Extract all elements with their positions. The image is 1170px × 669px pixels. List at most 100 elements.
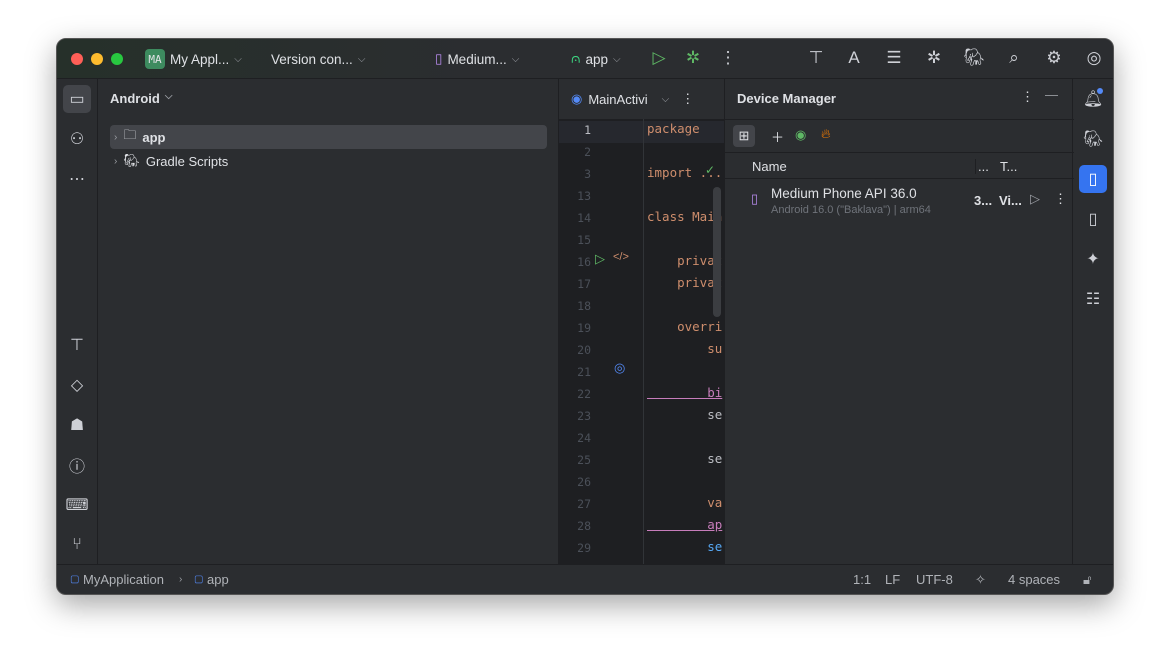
- ai-assist-icon[interactable]: ✧: [975, 572, 986, 588]
- chevron-down-icon[interactable]: ⌵: [662, 94, 670, 105]
- minimize-window-button[interactable]: [91, 53, 103, 65]
- tab-main-activity[interactable]: MainActivi: [588, 92, 647, 107]
- column-type[interactable]: T...: [1000, 159, 1017, 174]
- layout-inspector-icon[interactable]: ☰: [883, 48, 905, 68]
- device-name: Medium Phone API 36.0: [771, 186, 917, 201]
- line-number: 3: [584, 167, 591, 181]
- logcat-icon[interactable]: ☗: [63, 411, 91, 439]
- line-number: 26: [577, 475, 591, 489]
- resource-manager-icon[interactable]: ⚇: [63, 125, 91, 153]
- vertical-scrollbar[interactable]: [713, 187, 721, 317]
- code-editor[interactable]: ◉ MainActivi ⌵ ⋮ 1 package 2 3 import ... 13 1…: [559, 79, 725, 564]
- zoom-window-button[interactable]: [111, 53, 123, 65]
- device-detail: Android 16.0 ("Baklava") | arm64: [771, 204, 931, 216]
- chevron-down-icon: ⌵: [511, 53, 520, 65]
- code-tag-icon: </>: [613, 251, 629, 263]
- line-number: 15: [577, 233, 591, 247]
- left-tool-stripe: ▭ ⚇ ⋯ ⊤ ◇ ☗ ⓘ ⌨ ⑂: [57, 79, 98, 564]
- project-tool-icon[interactable]: ▭: [63, 85, 91, 113]
- gradle-icon: 🐘︎: [123, 153, 140, 168]
- run-gutter-icon[interactable]: ▷: [595, 251, 605, 267]
- device-type: Vi...: [999, 193, 1022, 208]
- tree-item-label: app: [142, 129, 166, 145]
- problems-icon[interactable]: ⓘ: [63, 451, 91, 479]
- more-tools-icon[interactable]: ⋯: [63, 165, 91, 193]
- check-icon: ✓: [705, 163, 716, 177]
- gear-icon[interactable]: ⚙: [1043, 48, 1065, 68]
- device-manager-icon[interactable]: ▯: [1079, 165, 1107, 193]
- code-line: su: [647, 341, 723, 356]
- device-row[interactable]: ▯ Medium Phone API 36.0 Android 16.0 ("B…: [725, 181, 1074, 219]
- more-icon[interactable]: ⋮: [717, 48, 739, 68]
- tree-item-label: Gradle Scripts: [145, 153, 229, 169]
- debug-icon[interactable]: ✲: [682, 48, 704, 68]
- code-line: va: [647, 495, 723, 510]
- device-icon: ▯: [435, 51, 443, 66]
- more-icon[interactable]: ⋮: [1054, 191, 1067, 207]
- chevron-down-icon: ⌵: [234, 53, 242, 65]
- close-window-button[interactable]: [71, 53, 83, 65]
- build-icon[interactable]: ⊤: [805, 48, 827, 68]
- line-number: 20: [577, 343, 591, 357]
- device-table-header: Name ... T...: [725, 154, 1074, 179]
- more-icon[interactable]: ⋮: [1021, 89, 1034, 105]
- file-encoding[interactable]: UTF-8: [916, 572, 953, 587]
- gradle-icon[interactable]: 🐘︎: [963, 48, 985, 68]
- add-device-icon[interactable]: ＋: [771, 127, 784, 146]
- line-number: 16: [577, 255, 591, 269]
- device-selector[interactable]: ▯ Medium... ⌵: [435, 39, 519, 79]
- chevron-right-icon: ›: [179, 574, 183, 585]
- line-number: 22: [577, 387, 591, 401]
- account-icon[interactable]: ◎: [1083, 48, 1105, 68]
- project-view-selector[interactable]: Android ⌵: [110, 91, 172, 106]
- lock-icon[interactable]: 🔓︎: [1083, 572, 1091, 588]
- tree-item-gradle-scripts[interactable]: › 🐘︎ Gradle Scripts: [110, 149, 228, 173]
- override-icon[interactable]: ◎: [614, 360, 625, 376]
- launch-device-icon[interactable]: ▷: [1030, 191, 1040, 207]
- code-line: se: [647, 451, 723, 466]
- gem-icon[interactable]: ◇: [63, 371, 91, 399]
- breadcrumb-module[interactable]: app: [207, 572, 229, 587]
- structure-icon[interactable]: ☷: [1079, 285, 1107, 313]
- vcs-selector[interactable]: Version con... ⌵: [271, 39, 365, 79]
- run-config-selector[interactable]: ⩀ app ⌵: [571, 39, 621, 79]
- caret-position[interactable]: 1:1: [853, 572, 871, 587]
- run-icon[interactable]: ▷: [648, 48, 670, 68]
- column-api[interactable]: ...: [975, 159, 989, 174]
- line-number: 29: [577, 541, 591, 555]
- running-devices-icon[interactable]: ▯: [1079, 205, 1107, 233]
- code-line: ap: [647, 517, 723, 532]
- line-number: 14: [577, 211, 591, 225]
- wifi-pairing-icon[interactable]: ◉: [795, 127, 806, 143]
- minimize-icon[interactable]: —: [1045, 87, 1058, 102]
- search-icon[interactable]: ⌕: [1003, 48, 1025, 68]
- vcs-label: Version con...: [271, 51, 353, 67]
- device-label: Medium...: [447, 51, 507, 67]
- phone-icon: ▯: [751, 191, 759, 206]
- grid-view-icon[interactable]: ⊞: [733, 125, 755, 147]
- build-tool-icon[interactable]: ⊤: [63, 331, 91, 359]
- notifications-icon[interactable]: 🔔︎: [1079, 85, 1107, 113]
- line-number: 19: [577, 321, 591, 335]
- line-number: 13: [577, 189, 591, 203]
- code-line: privat: [647, 253, 723, 268]
- more-icon[interactable]: ⋮: [681, 91, 694, 107]
- code-line: bi: [647, 385, 723, 400]
- tree-item-app[interactable]: › 🗀︎ app: [110, 125, 547, 149]
- column-name[interactable]: Name: [752, 159, 787, 174]
- terminal-icon[interactable]: ⌨: [63, 491, 91, 519]
- gemini-icon[interactable]: ✦: [1079, 245, 1107, 273]
- git-icon[interactable]: ⑂: [63, 531, 91, 559]
- breadcrumb-project[interactable]: MyApplication: [83, 572, 164, 587]
- project-panel: Android ⌵ › 🗀︎ app › 🐘︎ Gradle Scripts: [98, 79, 559, 564]
- gradle-icon[interactable]: 🐘︎: [1079, 125, 1107, 153]
- project-selector[interactable]: MA My Appl... ⌵: [145, 39, 242, 79]
- translate-icon[interactable]: A: [843, 48, 865, 68]
- line-separator[interactable]: LF: [885, 572, 900, 587]
- gutter-divider: [643, 119, 644, 564]
- firebase-icon[interactable]: 🔥︎: [821, 126, 831, 142]
- android-icon: ⩀: [571, 51, 581, 66]
- project-view-label: Android: [110, 91, 160, 106]
- profiler-icon[interactable]: ✲: [923, 48, 945, 68]
- indent-setting[interactable]: 4 spaces: [1008, 572, 1060, 587]
